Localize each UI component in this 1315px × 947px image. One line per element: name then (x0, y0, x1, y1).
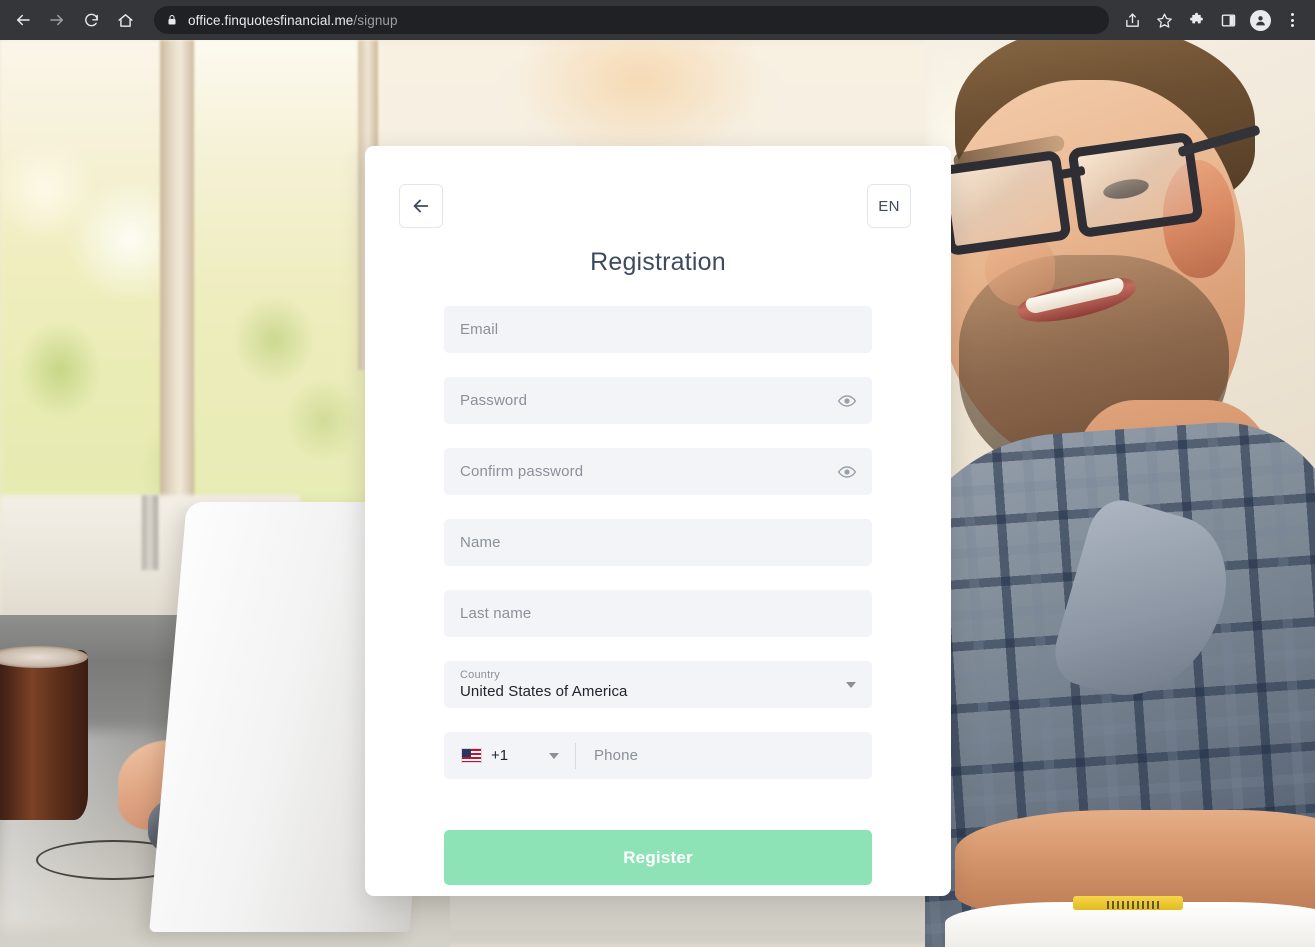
browser-toolbar: office.finquotesfinancial.me/signup (0, 0, 1315, 40)
country-value: United States of America (460, 682, 628, 700)
side-panel-icon (1221, 13, 1235, 27)
first-name-placeholder: Name (460, 534, 501, 551)
first-name-field[interactable]: Name (444, 519, 872, 566)
share-icon (1125, 12, 1139, 27)
last-name-field[interactable]: Last name (444, 590, 872, 637)
puzzle-icon (1189, 12, 1203, 23)
phone-row: +1 Phone (444, 732, 872, 779)
card-header: EN (399, 184, 911, 240)
country-label: Country (460, 668, 500, 681)
browser-home-button[interactable] (110, 5, 140, 35)
chevron-down-icon (549, 752, 559, 759)
extensions-button[interactable] (1181, 5, 1211, 35)
address-bar-url: office.finquotesfinancial.me/signup (188, 13, 398, 28)
email-placeholder: Email (460, 321, 499, 338)
dial-code: +1 (491, 747, 509, 764)
arrow-left-icon (17, 14, 30, 26)
side-panel-button[interactable] (1213, 5, 1243, 35)
page-title: Registration (590, 248, 726, 276)
avatar (1249, 9, 1271, 31)
address-bar[interactable]: office.finquotesfinancial.me/signup (154, 6, 1109, 34)
confirm-password-field[interactable]: Confirm password (444, 448, 872, 495)
country-select[interactable]: Country United States of America (444, 661, 872, 708)
arrow-right-icon (50, 14, 63, 26)
registration-form: Email Password Confirm password Name Las… (444, 306, 872, 885)
bookmark-button[interactable] (1149, 5, 1179, 35)
toggle-confirm-password-visibility-icon[interactable] (836, 461, 858, 483)
photo-window-frame (160, 40, 194, 515)
kebab-icon (1290, 13, 1294, 27)
arrow-left-icon (413, 199, 429, 213)
last-name-placeholder: Last name (460, 605, 532, 622)
url-domain: office.finquotesfinancial.me (188, 12, 354, 28)
password-placeholder: Password (460, 392, 528, 409)
toolbar-actions (1115, 5, 1307, 35)
photo-person (925, 40, 1315, 947)
browser-forward-button[interactable] (42, 5, 72, 35)
confirm-password-placeholder: Confirm password (460, 463, 584, 480)
language-button[interactable]: EN (867, 184, 911, 228)
lock-icon (166, 13, 178, 27)
browser-reload-button[interactable] (76, 5, 106, 35)
chevron-down-icon (846, 681, 856, 688)
register-button[interactable]: Register (444, 830, 872, 885)
photo-faucet (142, 495, 158, 570)
photo-glasses-left-lens (935, 149, 1072, 257)
country-code-select[interactable]: +1 (444, 732, 575, 779)
password-field[interactable]: Password (444, 377, 872, 424)
phone-input[interactable]: Phone (576, 747, 872, 765)
us-flag-icon (461, 748, 482, 763)
browser-back-button[interactable] (8, 5, 38, 35)
email-field[interactable]: Email (444, 306, 872, 353)
reload-icon (84, 13, 98, 26)
toggle-password-visibility-icon[interactable] (836, 390, 858, 412)
photo-book-barcode (1107, 901, 1159, 909)
photo-coffee-mug (0, 650, 88, 820)
phone-placeholder: Phone (594, 746, 639, 764)
photo-window-right-pane (194, 40, 364, 510)
browser-menu-button[interactable] (1277, 5, 1307, 35)
share-button[interactable] (1117, 5, 1147, 35)
profile-button[interactable] (1245, 5, 1275, 35)
person-icon (1255, 15, 1265, 25)
back-button[interactable] (399, 184, 443, 228)
registration-card: EN Registration Email Password Confirm p… (365, 146, 951, 896)
home-icon (117, 13, 133, 27)
eye-icon (837, 394, 857, 407)
eye-icon (837, 465, 857, 478)
url-path: /signup (353, 12, 398, 28)
page-background: EN Registration Email Password Confirm p… (0, 40, 1315, 947)
star-icon (1156, 12, 1172, 28)
